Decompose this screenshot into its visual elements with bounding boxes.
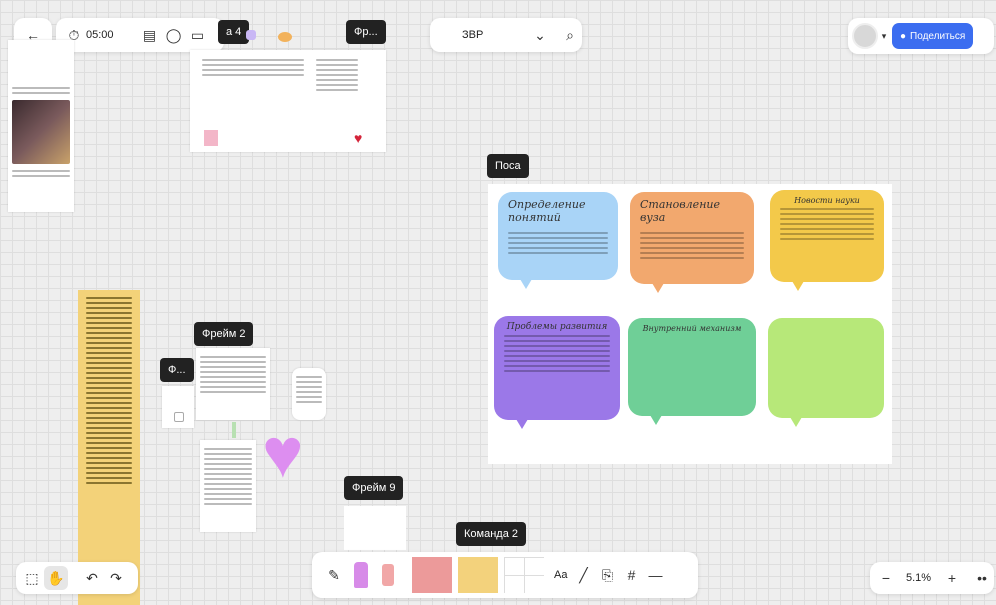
template-icon[interactable]: ▤ xyxy=(138,23,162,47)
undo-icon[interactable]: ↶ xyxy=(80,566,104,590)
frame-tag-2[interactable]: Фрейм 2 xyxy=(194,322,254,346)
frame-2-document[interactable] xyxy=(196,348,270,420)
line-tool-icon[interactable]: ╱ xyxy=(571,563,595,587)
zoom-in-icon[interactable]: + xyxy=(940,566,964,590)
chevron-down-icon[interactable]: ⌄ xyxy=(528,23,552,47)
top-document-frame[interactable]: ♥ xyxy=(190,50,386,152)
present-icon[interactable]: ▭ xyxy=(186,23,210,47)
lower-document[interactable] xyxy=(200,440,256,532)
frame-tag-b[interactable]: Фр... xyxy=(346,20,386,44)
bubble-problems[interactable]: Проблемы развития xyxy=(494,316,620,429)
share-icon: ● xyxy=(900,30,907,42)
text-tool[interactable]: Aa xyxy=(554,569,567,581)
zoom-value[interactable]: 5.1% xyxy=(906,572,940,584)
bubble-title: Внутренний механизм xyxy=(642,324,742,333)
frame-tag-a[interactable]: а 4 xyxy=(218,20,250,44)
left-document-card[interactable] xyxy=(8,40,74,212)
sticky-yellow[interactable] xyxy=(458,557,498,593)
marker-tool[interactable] xyxy=(354,562,368,588)
top-right-toolbar: ▾ ● Поделиться xyxy=(848,18,994,54)
heart-icon: ♥ xyxy=(354,130,363,146)
frame-tag-team-2[interactable]: Команда 2 xyxy=(456,522,526,546)
pink-sticker xyxy=(204,130,218,146)
select-tool-icon[interactable]: ⬚ xyxy=(20,566,44,590)
character-image xyxy=(12,100,70,164)
frame-tag-small[interactable]: Ф... xyxy=(160,358,194,382)
sticker-tool-icon[interactable]: ⎘ xyxy=(595,563,619,587)
zoom-out-icon[interactable]: − xyxy=(874,566,898,590)
top-left-toolbar: ⏱ 05:00 ▤ ◯ ▭ xyxy=(56,18,224,52)
bubble-mechanism[interactable]: Внутренний механизм xyxy=(628,318,756,425)
frame-tag-9[interactable]: Фрейм 9 xyxy=(344,476,404,500)
creation-toolbar: ✎ Aa ╱ ⎘ # — xyxy=(312,552,698,598)
sticky-text xyxy=(78,290,140,605)
avatar-dropdown-icon[interactable]: ▾ xyxy=(878,24,890,48)
frame-9-area[interactable] xyxy=(344,506,406,550)
bubble-title: Определение понятий xyxy=(508,198,586,224)
floating-doodle-1 xyxy=(278,32,292,42)
bubble-title: Становление вуза xyxy=(640,198,721,224)
main-frame[interactable]: Определение понятий Становление вуза Нов… xyxy=(488,184,892,464)
connector-line xyxy=(232,422,236,438)
small-white-card[interactable] xyxy=(162,386,194,428)
frame-tool-icon[interactable]: # xyxy=(619,563,643,587)
small-card-icon xyxy=(174,412,184,422)
heart-icon[interactable]: ♥ xyxy=(262,418,304,488)
comment-icon[interactable]: ◯ xyxy=(162,23,186,47)
bubble-science[interactable]: Новости науки xyxy=(770,190,884,291)
yellow-sticky-note[interactable] xyxy=(78,290,140,605)
timer-value[interactable]: 05:00 xyxy=(86,29,114,41)
scribble-card[interactable] xyxy=(292,368,326,420)
bubble-university[interactable]: Становление вуза xyxy=(630,192,754,293)
sticky-red[interactable] xyxy=(412,557,452,593)
table-tool[interactable] xyxy=(504,557,544,593)
bottom-left-toolbar: ⬚ ✋ ↶ ↷ xyxy=(16,562,138,594)
frame-tag-main[interactable]: Поса xyxy=(487,154,529,178)
bubble-title: Проблемы развития xyxy=(506,322,608,332)
avatar[interactable] xyxy=(852,23,878,49)
zoom-controls: − 5.1% + •• xyxy=(870,562,994,594)
bubble-title: Новости науки xyxy=(794,196,860,205)
floating-doodle-2 xyxy=(246,30,256,40)
bubble-empty[interactable] xyxy=(768,318,884,427)
board-selector: ЗВР ⌄ ⌕ xyxy=(430,18,582,52)
pen-tool-icon[interactable]: ✎ xyxy=(322,557,346,593)
search-icon[interactable]: ⌕ xyxy=(558,23,582,47)
more-options-icon[interactable]: •• xyxy=(970,566,994,590)
more-tools-icon[interactable]: — xyxy=(643,563,667,587)
hand-tool-icon[interactable]: ✋ xyxy=(44,566,68,590)
share-button[interactable]: ● Поделиться xyxy=(892,23,974,49)
share-label: Поделиться xyxy=(910,30,966,42)
redo-icon[interactable]: ↷ xyxy=(104,566,128,590)
board-name[interactable]: ЗВР xyxy=(462,29,522,41)
eraser-tool[interactable] xyxy=(382,564,394,586)
bubble-definitions[interactable]: Определение понятий xyxy=(498,192,618,289)
